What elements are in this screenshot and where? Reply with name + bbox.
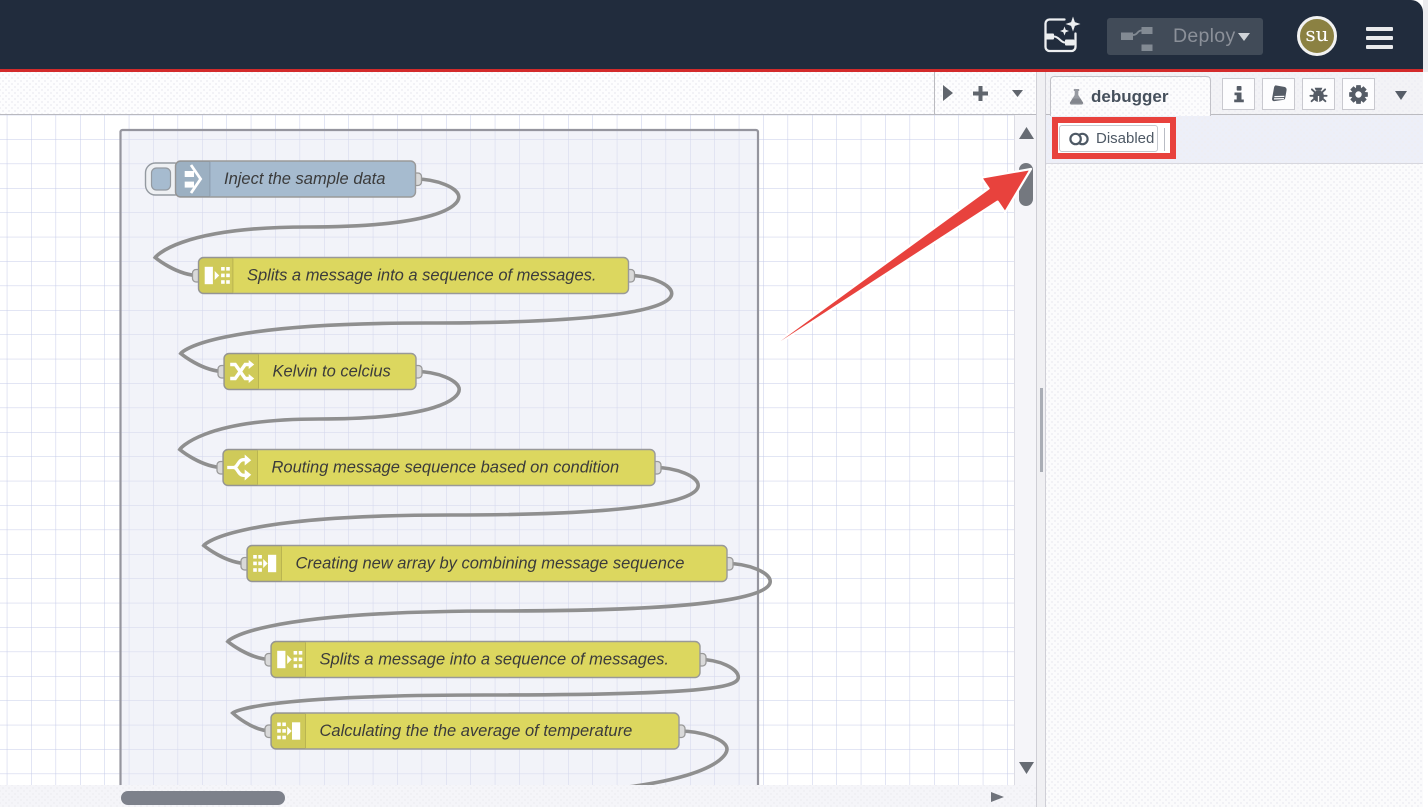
deploy-button-label: Deploy bbox=[1173, 25, 1236, 48]
help-book-button[interactable] bbox=[1262, 78, 1295, 110]
ai-flow-assistant-icon[interactable] bbox=[1042, 16, 1081, 55]
deploy-button[interactable]: Deploy bbox=[1107, 18, 1263, 55]
flow-node-split[interactable]: Splits a message into a sequence of mess… bbox=[265, 642, 706, 678]
horizontal-scroll-thumb[interactable] bbox=[121, 791, 285, 805]
scroll-right-icon[interactable] bbox=[991, 792, 1004, 802]
main-menu-icon[interactable] bbox=[1366, 27, 1393, 49]
node-label: Creating new array by combining message … bbox=[296, 555, 685, 573]
toggle-button-label: Disabled bbox=[1096, 130, 1154, 147]
flow-node-split[interactable]: Splits a message into a sequence of mess… bbox=[193, 258, 635, 294]
flow-node-change[interactable]: Kelvin to celcius bbox=[218, 354, 422, 390]
scroll-up-icon[interactable] bbox=[1019, 127, 1034, 139]
gear-icon bbox=[1349, 85, 1368, 104]
toolbar-separator bbox=[1164, 128, 1165, 151]
menu-bar bbox=[1366, 27, 1393, 31]
sidebar: debugger Disabled bbox=[1046, 72, 1423, 807]
node-label: Calculating the the average of temperatu… bbox=[320, 722, 633, 740]
scroll-tabs-right-icon[interactable] bbox=[943, 85, 953, 101]
flask-icon bbox=[1068, 88, 1085, 105]
deploy-nodes-icon bbox=[1119, 23, 1155, 51]
add-flow-icon[interactable] bbox=[973, 86, 988, 101]
info-icon bbox=[1230, 85, 1248, 103]
debug-bug-button[interactable] bbox=[1302, 78, 1335, 110]
sidebar-separator[interactable] bbox=[1036, 72, 1046, 807]
window-edge-gutter bbox=[1423, 0, 1428, 72]
separator-grip bbox=[1040, 388, 1043, 472]
sidebar-tab-debugger[interactable]: debugger bbox=[1050, 76, 1211, 116]
menu-bar bbox=[1366, 36, 1393, 40]
sidebar-tab-label: debugger bbox=[1091, 87, 1168, 107]
flow-node-join[interactable]: Creating new array by combining message … bbox=[241, 546, 733, 582]
user-avatar[interactable]: su bbox=[1297, 16, 1337, 56]
book-icon bbox=[1269, 85, 1288, 104]
flow-node-switch[interactable]: Routing message sequence based on condit… bbox=[217, 450, 661, 486]
horizontal-scrollbar[interactable] bbox=[0, 785, 1036, 807]
info-button[interactable] bbox=[1222, 78, 1255, 110]
workspace-tab-bar bbox=[0, 72, 1036, 115]
node-label: Splits a message into a sequence of mess… bbox=[247, 267, 596, 285]
flow-node-join[interactable]: Calculating the the average of temperatu… bbox=[265, 713, 685, 749]
node-red-editor: Deploy su Inject the sample data Splits a… bbox=[0, 0, 1428, 807]
node-label: Kelvin to celcius bbox=[273, 363, 391, 381]
workspace-tab-controls bbox=[934, 72, 1036, 115]
toggle-off-icon bbox=[1067, 131, 1091, 147]
vertical-scroll-thumb[interactable] bbox=[1019, 163, 1033, 206]
bug-icon bbox=[1309, 85, 1328, 104]
node-label: Routing message sequence based on condit… bbox=[272, 459, 620, 477]
deploy-options-chevron-icon[interactable] bbox=[1238, 33, 1250, 41]
flow-canvas[interactable]: Inject the sample data Splits a message i… bbox=[0, 115, 1014, 785]
header-bar: Deploy su bbox=[0, 0, 1423, 69]
debugger-toolbar: Disabled bbox=[1046, 115, 1423, 164]
node-label: Inject the sample data bbox=[224, 170, 385, 188]
menu-bar bbox=[1366, 45, 1393, 49]
list-flows-chevron-icon[interactable] bbox=[1012, 90, 1023, 97]
flow-node-inject[interactable]: Inject the sample data bbox=[146, 161, 422, 197]
scroll-down-icon[interactable] bbox=[1019, 762, 1034, 774]
debugger-disabled-toggle-button[interactable]: Disabled bbox=[1059, 125, 1158, 152]
config-gear-button[interactable] bbox=[1342, 78, 1375, 110]
vertical-scrollbar[interactable] bbox=[1014, 115, 1036, 785]
node-label: Splits a message into a sequence of mess… bbox=[320, 651, 669, 669]
debugger-content-panel bbox=[1046, 164, 1423, 807]
sidebar-menu-chevron-icon[interactable] bbox=[1395, 91, 1407, 100]
